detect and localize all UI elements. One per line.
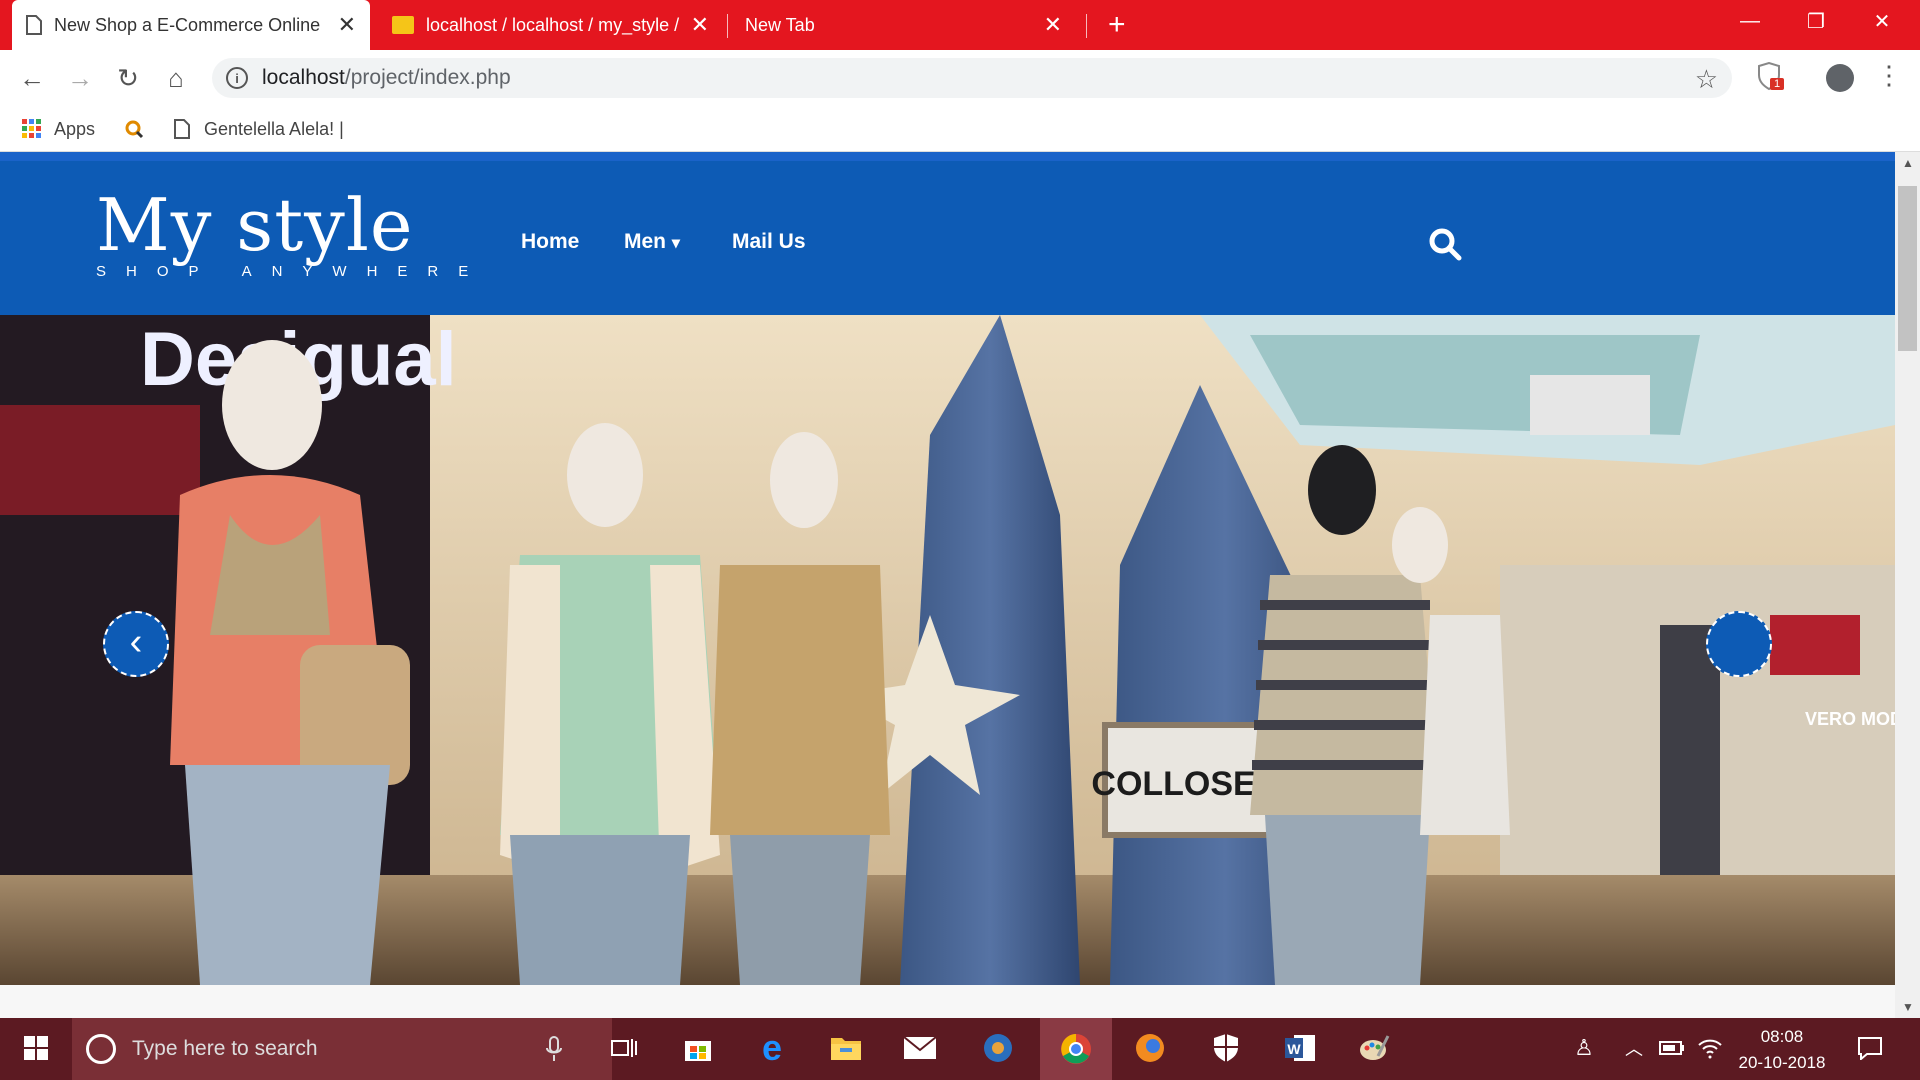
file-explorer-icon[interactable] <box>828 1030 864 1066</box>
chevron-left-icon: ‹ <box>129 621 143 663</box>
scrollbar-thumb[interactable] <box>1898 186 1917 351</box>
home-button[interactable]: ⌂ <box>158 60 194 96</box>
page-scrollbar[interactable]: ▲ ▼ <box>1895 152 1920 1018</box>
browser-toolbar: ← → ↻ ⌂ i localhost/project/index.php ☆ … <box>0 50 1920 106</box>
clock-date: 20-10-2018 <box>1738 1053 1826 1072</box>
hero-carousel: Desigual VERO MODA COLLOSEUM <box>0 315 1895 985</box>
wifi-icon[interactable] <box>1692 1030 1728 1066</box>
people-icon[interactable]: ♙ <box>1566 1030 1602 1066</box>
web-page: My style SHOP ANYWHERE Home Men ▾ Mail U… <box>0 152 1895 1018</box>
page-icon <box>26 15 42 35</box>
phpmyadmin-icon <box>392 16 414 34</box>
windows-logo-icon <box>24 1036 48 1060</box>
vero-moda-sign: VERO MODA <box>1805 709 1895 729</box>
scroll-down-arrow[interactable]: ▼ <box>1902 1000 1914 1014</box>
caret-down-icon: ▾ <box>671 235 680 252</box>
back-button[interactable]: ← <box>14 60 50 96</box>
restore-button[interactable]: ❐ <box>1786 0 1846 42</box>
site-logo[interactable]: My style <box>96 183 413 267</box>
url-text[interactable]: localhost/project/index.php <box>262 66 511 90</box>
forward-button[interactable]: → <box>62 60 98 96</box>
svg-text:W: W <box>1287 1041 1301 1057</box>
carousel-prev-button[interactable]: ‹ <box>103 611 169 677</box>
edge-icon[interactable]: e <box>754 1027 790 1068</box>
bookmark-gentelella[interactable]: Gentelella Alela! | <box>174 114 344 144</box>
chrome-icon <box>1061 1034 1091 1064</box>
windows-taskbar: Type here to search e W ♙ ︿ 08:08 20-10-… <box>0 1018 1920 1080</box>
scroll-up-arrow[interactable]: ▲ <box>1902 156 1914 170</box>
battery-icon[interactable] <box>1654 1030 1690 1066</box>
tab-close-button[interactable]: ✕ <box>691 14 709 36</box>
page-icon <box>174 119 190 139</box>
address-bar[interactable]: i localhost/project/index.php ☆ <box>212 58 1732 98</box>
site-info-icon[interactable]: i <box>226 67 248 89</box>
carousel-next-button[interactable] <box>1706 611 1772 677</box>
nav-home[interactable]: Home <box>521 230 579 254</box>
search-icon[interactable] <box>1428 227 1462 261</box>
reload-button[interactable]: ↻ <box>110 60 146 96</box>
tab-close-button[interactable]: ✕ <box>338 14 356 36</box>
tab-strip: New Shop a E-Commerce Online ✕ localhost… <box>0 0 1920 50</box>
clock[interactable]: 08:08 20-10-2018 <box>1730 1024 1834 1076</box>
mail-icon[interactable] <box>902 1030 938 1066</box>
clock-time: 08:08 <box>1760 1027 1804 1046</box>
microphone-icon[interactable] <box>546 1036 562 1062</box>
paint-icon[interactable] <box>1356 1030 1392 1066</box>
media-player-icon[interactable] <box>980 1030 1016 1066</box>
minimize-button[interactable]: — <box>1720 0 1780 42</box>
bookmark-magnifier[interactable] <box>124 114 144 144</box>
profile-avatar-icon[interactable] <box>1826 64 1854 92</box>
tab-separator <box>1086 14 1087 38</box>
extension-badge: 1 <box>1770 78 1785 90</box>
apps-grid-icon <box>22 119 41 138</box>
magnifier-bookmark-icon <box>125 120 144 139</box>
site-header: My style SHOP ANYWHERE Home Men ▾ Mail U… <box>0 161 1895 315</box>
chrome-taskbar-button[interactable] <box>1040 1018 1112 1080</box>
site-tagline: SHOP ANYWHERE <box>96 263 489 280</box>
security-shield-icon[interactable] <box>1208 1030 1244 1066</box>
tab-title: New Tab <box>745 14 815 35</box>
notifications-icon[interactable] <box>1852 1030 1888 1066</box>
extension-shield-icon[interactable]: 1 <box>1756 61 1785 92</box>
nav-men[interactable]: Men ▾ <box>624 230 680 254</box>
taskbar-search-placeholder: Type here to search <box>132 1037 318 1060</box>
taskbar-search[interactable]: Type here to search <box>72 1018 612 1080</box>
cortana-icon <box>86 1034 116 1064</box>
nav-mail-us[interactable]: Mail Us <box>732 230 806 254</box>
header-stripe <box>0 152 1895 161</box>
tab-title: localhost / localhost / my_style / <box>426 14 680 35</box>
hero-image: Desigual VERO MODA COLLOSEUM <box>0 315 1895 985</box>
store-icon[interactable] <box>680 1030 716 1066</box>
tab-title: New Shop a E-Commerce Online <box>54 14 321 35</box>
bookmark-apps[interactable]: Apps <box>22 114 95 144</box>
chevron-up-icon[interactable]: ︿ <box>1616 1030 1652 1066</box>
browser-app-icon[interactable] <box>1132 1030 1168 1066</box>
tab-separator <box>727 14 728 38</box>
browser-menu-button[interactable]: ⋮ <box>1876 60 1902 91</box>
tab-phpmyadmin[interactable]: localhost / localhost / my_style / ✕ <box>378 0 723 50</box>
task-view-icon[interactable] <box>606 1030 642 1066</box>
tab-new-tab[interactable]: New Tab ✕ <box>731 0 1076 50</box>
new-tab-button[interactable]: + <box>1108 10 1126 40</box>
bookmarks-bar: Apps Gentelella Alela! | <box>0 106 1920 152</box>
word-icon[interactable]: W <box>1282 1030 1318 1066</box>
close-window-button[interactable]: ✕ <box>1852 0 1912 42</box>
bookmark-star-icon[interactable]: ☆ <box>1695 64 1718 95</box>
tab-shop[interactable]: New Shop a E-Commerce Online ✕ <box>12 0 370 50</box>
windows-start-button[interactable] <box>18 1030 54 1066</box>
tab-close-button[interactable]: ✕ <box>1044 14 1062 36</box>
